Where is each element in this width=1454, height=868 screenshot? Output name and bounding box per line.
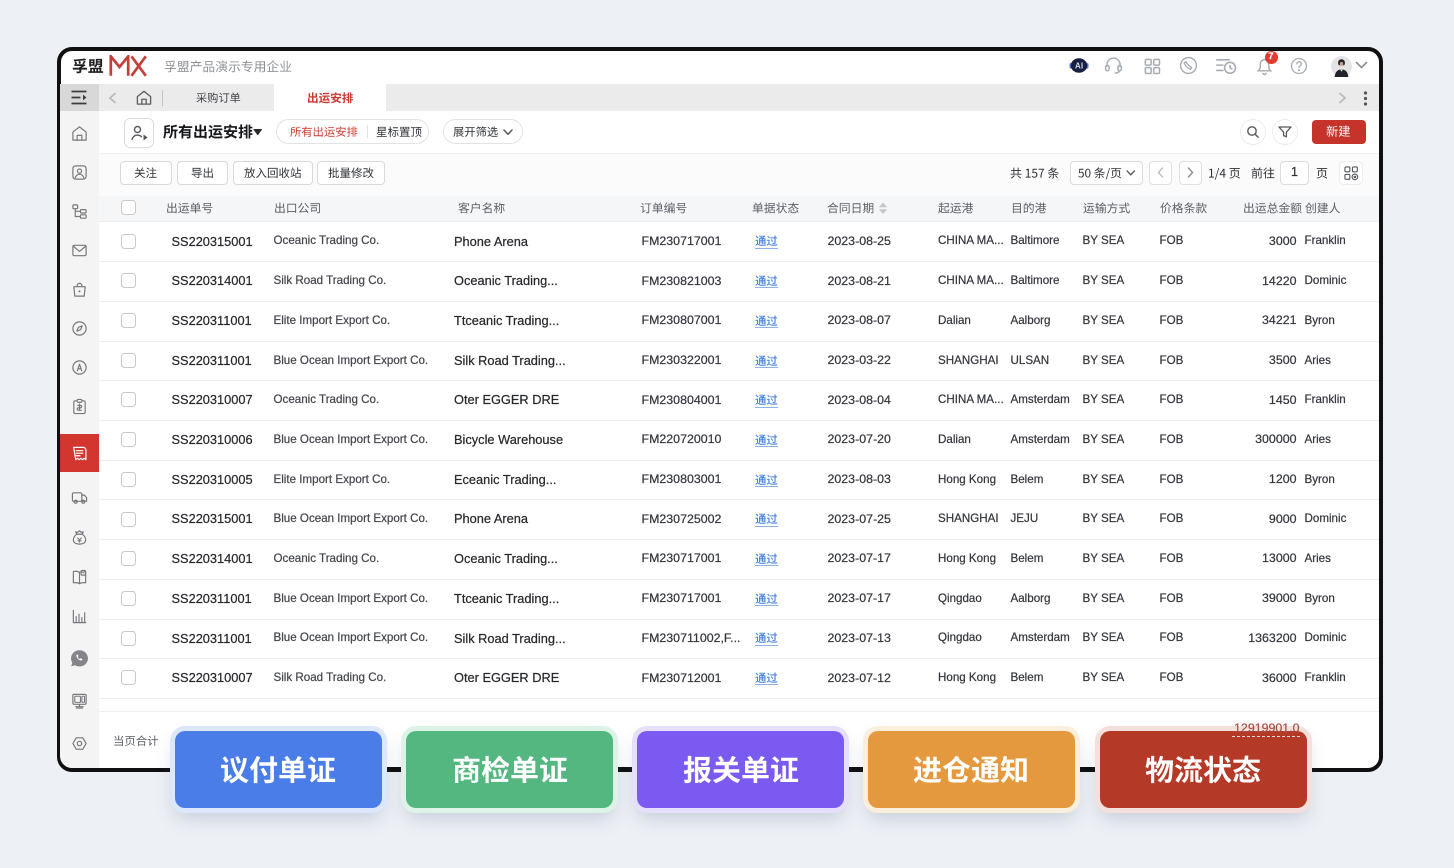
- svg-text:AI: AI: [1075, 62, 1083, 71]
